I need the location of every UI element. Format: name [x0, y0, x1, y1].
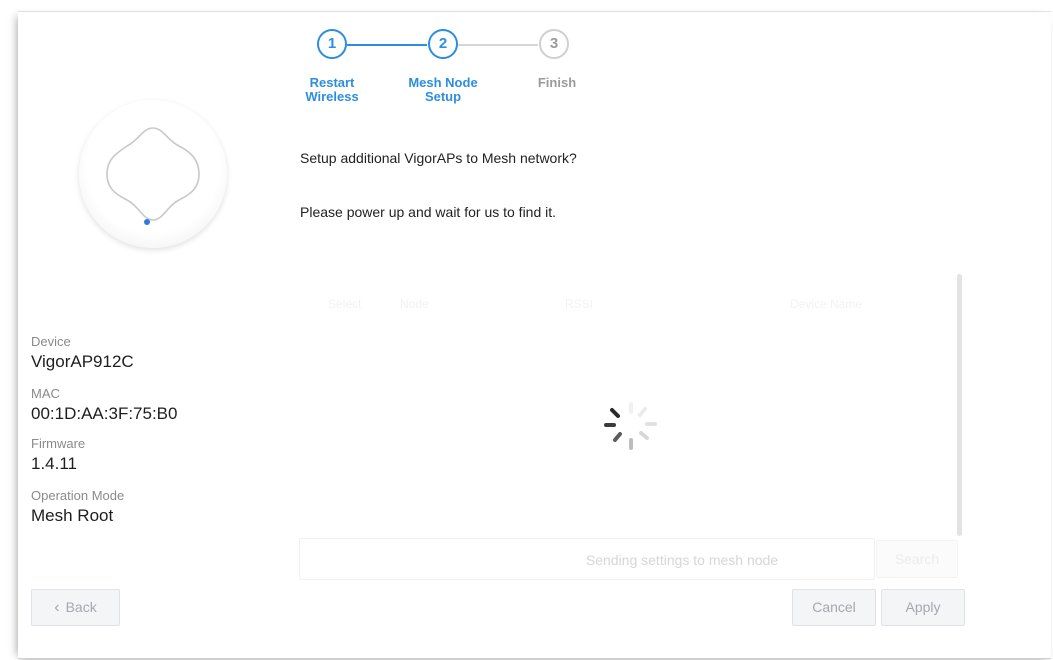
chevron-left-icon: ‹: [54, 599, 60, 616]
power-up-instruction: Please power up and wait for us to find …: [300, 204, 557, 220]
ceiling-access-point-icon: [79, 100, 227, 248]
column-header-select: Select: [328, 297, 362, 311]
back-button[interactable]: ‹ Back: [31, 589, 120, 626]
step-2-label-line2: Setup: [424, 89, 462, 104]
spinner-icon: [603, 400, 659, 461]
step-3-circle: 3: [539, 29, 569, 59]
step-3-label-line1: Finish: [537, 75, 577, 90]
column-header-device-name: Device Name: [790, 297, 863, 311]
firmware-value: 1.4.11: [31, 454, 78, 473]
mac-value: 00:1D:AA:3F:75:B0: [31, 404, 178, 423]
mac-label: MAC: [31, 386, 60, 401]
apply-button[interactable]: Apply: [881, 589, 965, 626]
step-1-label-line1: Restart: [309, 75, 355, 90]
mesh-question-text: Setup additional VigorAPs to Mesh networ…: [300, 150, 577, 166]
step-2-circle: 2: [428, 29, 458, 59]
device-value: VigorAP912C: [31, 352, 134, 371]
firmware-label: Firmware: [31, 436, 86, 451]
back-button-label: Back: [65, 599, 97, 615]
step-3-label: Finish: [512, 76, 602, 90]
table-scrollbar[interactable]: [957, 274, 962, 536]
column-header-node: Node: [400, 297, 429, 311]
operation-mode-label: Operation Mode: [31, 488, 125, 503]
search-button[interactable]: Search: [876, 540, 958, 578]
step-1-circle: 1: [317, 29, 347, 59]
step-2-label: Mesh Node Setup: [398, 76, 488, 104]
step-1-label: Restart Wireless: [287, 76, 377, 104]
cancel-button[interactable]: Cancel: [792, 589, 876, 626]
step-connector-1-2: [347, 44, 427, 46]
sending-status-bar: Sending settings to mesh node: [299, 538, 875, 580]
step-1-label-line2: Wireless: [305, 89, 359, 104]
column-header-rssi: RSSI: [565, 297, 594, 311]
operation-mode-value: Mesh Root: [31, 506, 114, 525]
step-2-label-line1: Mesh Node: [408, 75, 478, 90]
device-label: Device: [31, 334, 71, 349]
step-connector-2-3: [458, 44, 538, 46]
